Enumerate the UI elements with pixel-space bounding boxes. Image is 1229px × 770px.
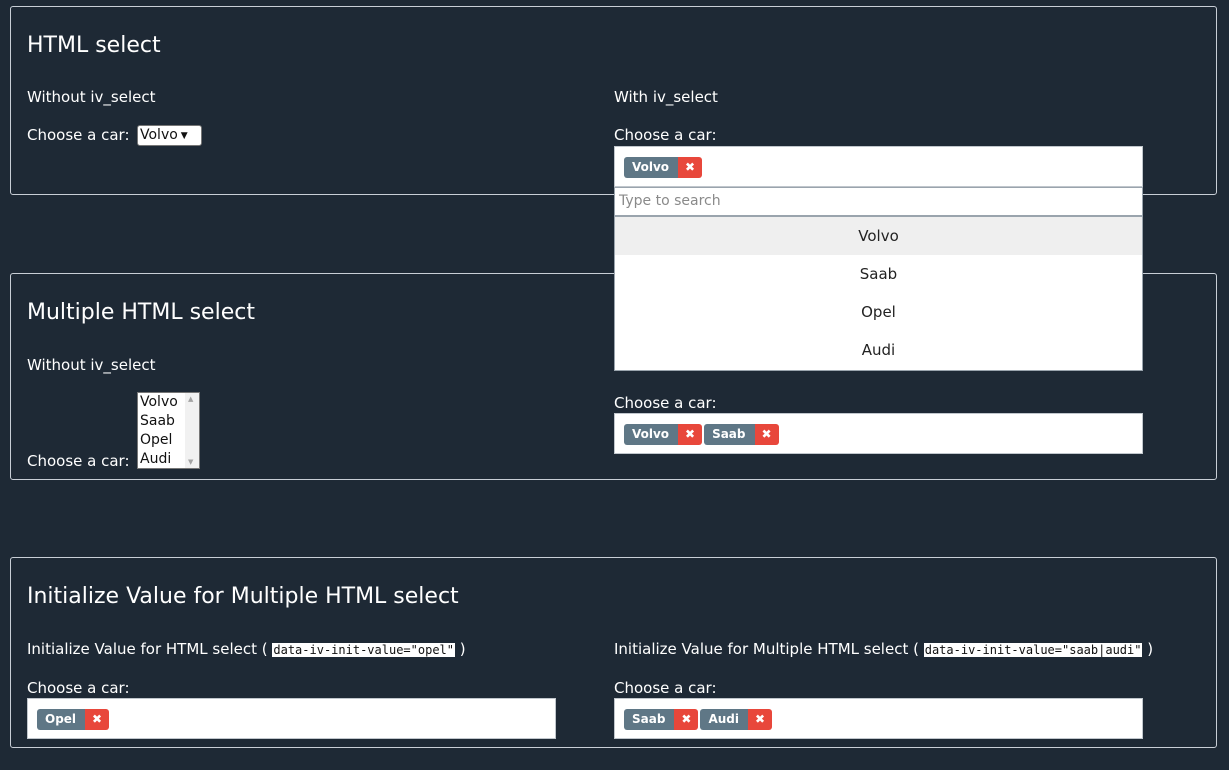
without-iv-select-heading: Without iv_select xyxy=(27,356,156,374)
choose-car-label: Choose a car: xyxy=(614,126,717,144)
without-iv-select-heading: Without iv_select xyxy=(27,88,156,106)
remove-chip-icon[interactable]: ✖ xyxy=(754,424,779,445)
chip-label: Volvo xyxy=(624,157,679,178)
selected-chip: Audi ✖ xyxy=(700,709,772,730)
dropdown-option-opel[interactable]: Opel xyxy=(615,293,1142,331)
heading-text: Initialize Value for Multiple HTML selec… xyxy=(614,640,919,658)
scrollbar[interactable]: ▲ ▼ xyxy=(185,393,199,468)
heading-text: Initialize Value for HTML select ( xyxy=(27,640,268,658)
selected-chip: Saab ✖ xyxy=(704,424,779,445)
car-native-select[interactable]: Volvo ▼ xyxy=(137,125,202,146)
scroll-down-icon[interactable]: ▼ xyxy=(188,458,193,466)
chip-label: Saab xyxy=(704,424,755,445)
chevron-down-icon: ▼ xyxy=(180,131,188,141)
remove-chip-icon[interactable]: ✖ xyxy=(678,157,703,178)
code-snippet: data-iv-init-value="opel" xyxy=(272,643,455,657)
chip-label: Opel xyxy=(37,709,86,730)
chip-label: Saab xyxy=(624,709,675,730)
selected-chip: Opel ✖ xyxy=(37,709,110,730)
init-single-heading: Initialize Value for HTML select ( data-… xyxy=(27,640,466,658)
chip-label: Volvo xyxy=(624,424,679,445)
car-native-multi-select[interactable]: Volvo Saab Opel Audi ▲ ▼ xyxy=(137,392,200,469)
panel-initialize-value: Initialize Value for Multiple HTML selec… xyxy=(10,557,1217,748)
choose-car-label: Choose a car: xyxy=(614,679,717,697)
choose-car-label: Choose a car: xyxy=(614,394,717,412)
chip-label: Audi xyxy=(700,709,748,730)
native-select-value: Volvo xyxy=(140,127,178,143)
choose-car-label: Choose a car: xyxy=(27,452,130,470)
heading-text: ) xyxy=(459,640,466,658)
search-input[interactable]: Type to search xyxy=(614,187,1143,216)
iv-select-box[interactable]: Volvo ✖ xyxy=(614,146,1143,187)
init-multiple-heading: Initialize Value for Multiple HTML selec… xyxy=(614,640,1153,658)
selected-chip: Volvo ✖ xyxy=(624,157,703,178)
with-iv-select-heading: With iv_select xyxy=(614,88,718,106)
dropdown-option-volvo[interactable]: Volvo xyxy=(615,217,1142,255)
code-snippet: data-iv-init-value="saab|audi" xyxy=(923,643,1143,657)
panel-title: Initialize Value for Multiple HTML selec… xyxy=(27,584,459,609)
remove-chip-icon[interactable]: ✖ xyxy=(678,424,703,445)
heading-text: ) xyxy=(1147,640,1154,658)
panel-title: Multiple HTML select xyxy=(27,300,255,325)
dropdown-option-audi[interactable]: Audi xyxy=(615,331,1142,369)
iv-multi-select-box[interactable]: Saab ✖ Audi ✖ xyxy=(614,698,1143,739)
dropdown-options-list: Volvo Saab Opel Audi xyxy=(614,216,1143,371)
panel-html-select: HTML select Without iv_select With iv_se… xyxy=(10,6,1217,195)
iv-select-box[interactable]: Opel ✖ xyxy=(27,698,556,739)
scroll-up-icon[interactable]: ▲ xyxy=(188,395,193,403)
choose-car-label: Choose a car: xyxy=(27,679,130,697)
remove-chip-icon[interactable]: ✖ xyxy=(747,709,772,730)
selected-chip: Volvo ✖ xyxy=(624,424,703,445)
remove-chip-icon[interactable]: ✖ xyxy=(674,709,699,730)
remove-chip-icon[interactable]: ✖ xyxy=(85,709,110,730)
selected-chip: Saab ✖ xyxy=(624,709,699,730)
dropdown-option-saab[interactable]: Saab xyxy=(615,255,1142,293)
panel-title: HTML select xyxy=(27,33,161,58)
choose-car-label: Choose a car: xyxy=(27,126,130,144)
iv-multi-select-box[interactable]: Volvo ✖ Saab ✖ xyxy=(614,413,1143,454)
